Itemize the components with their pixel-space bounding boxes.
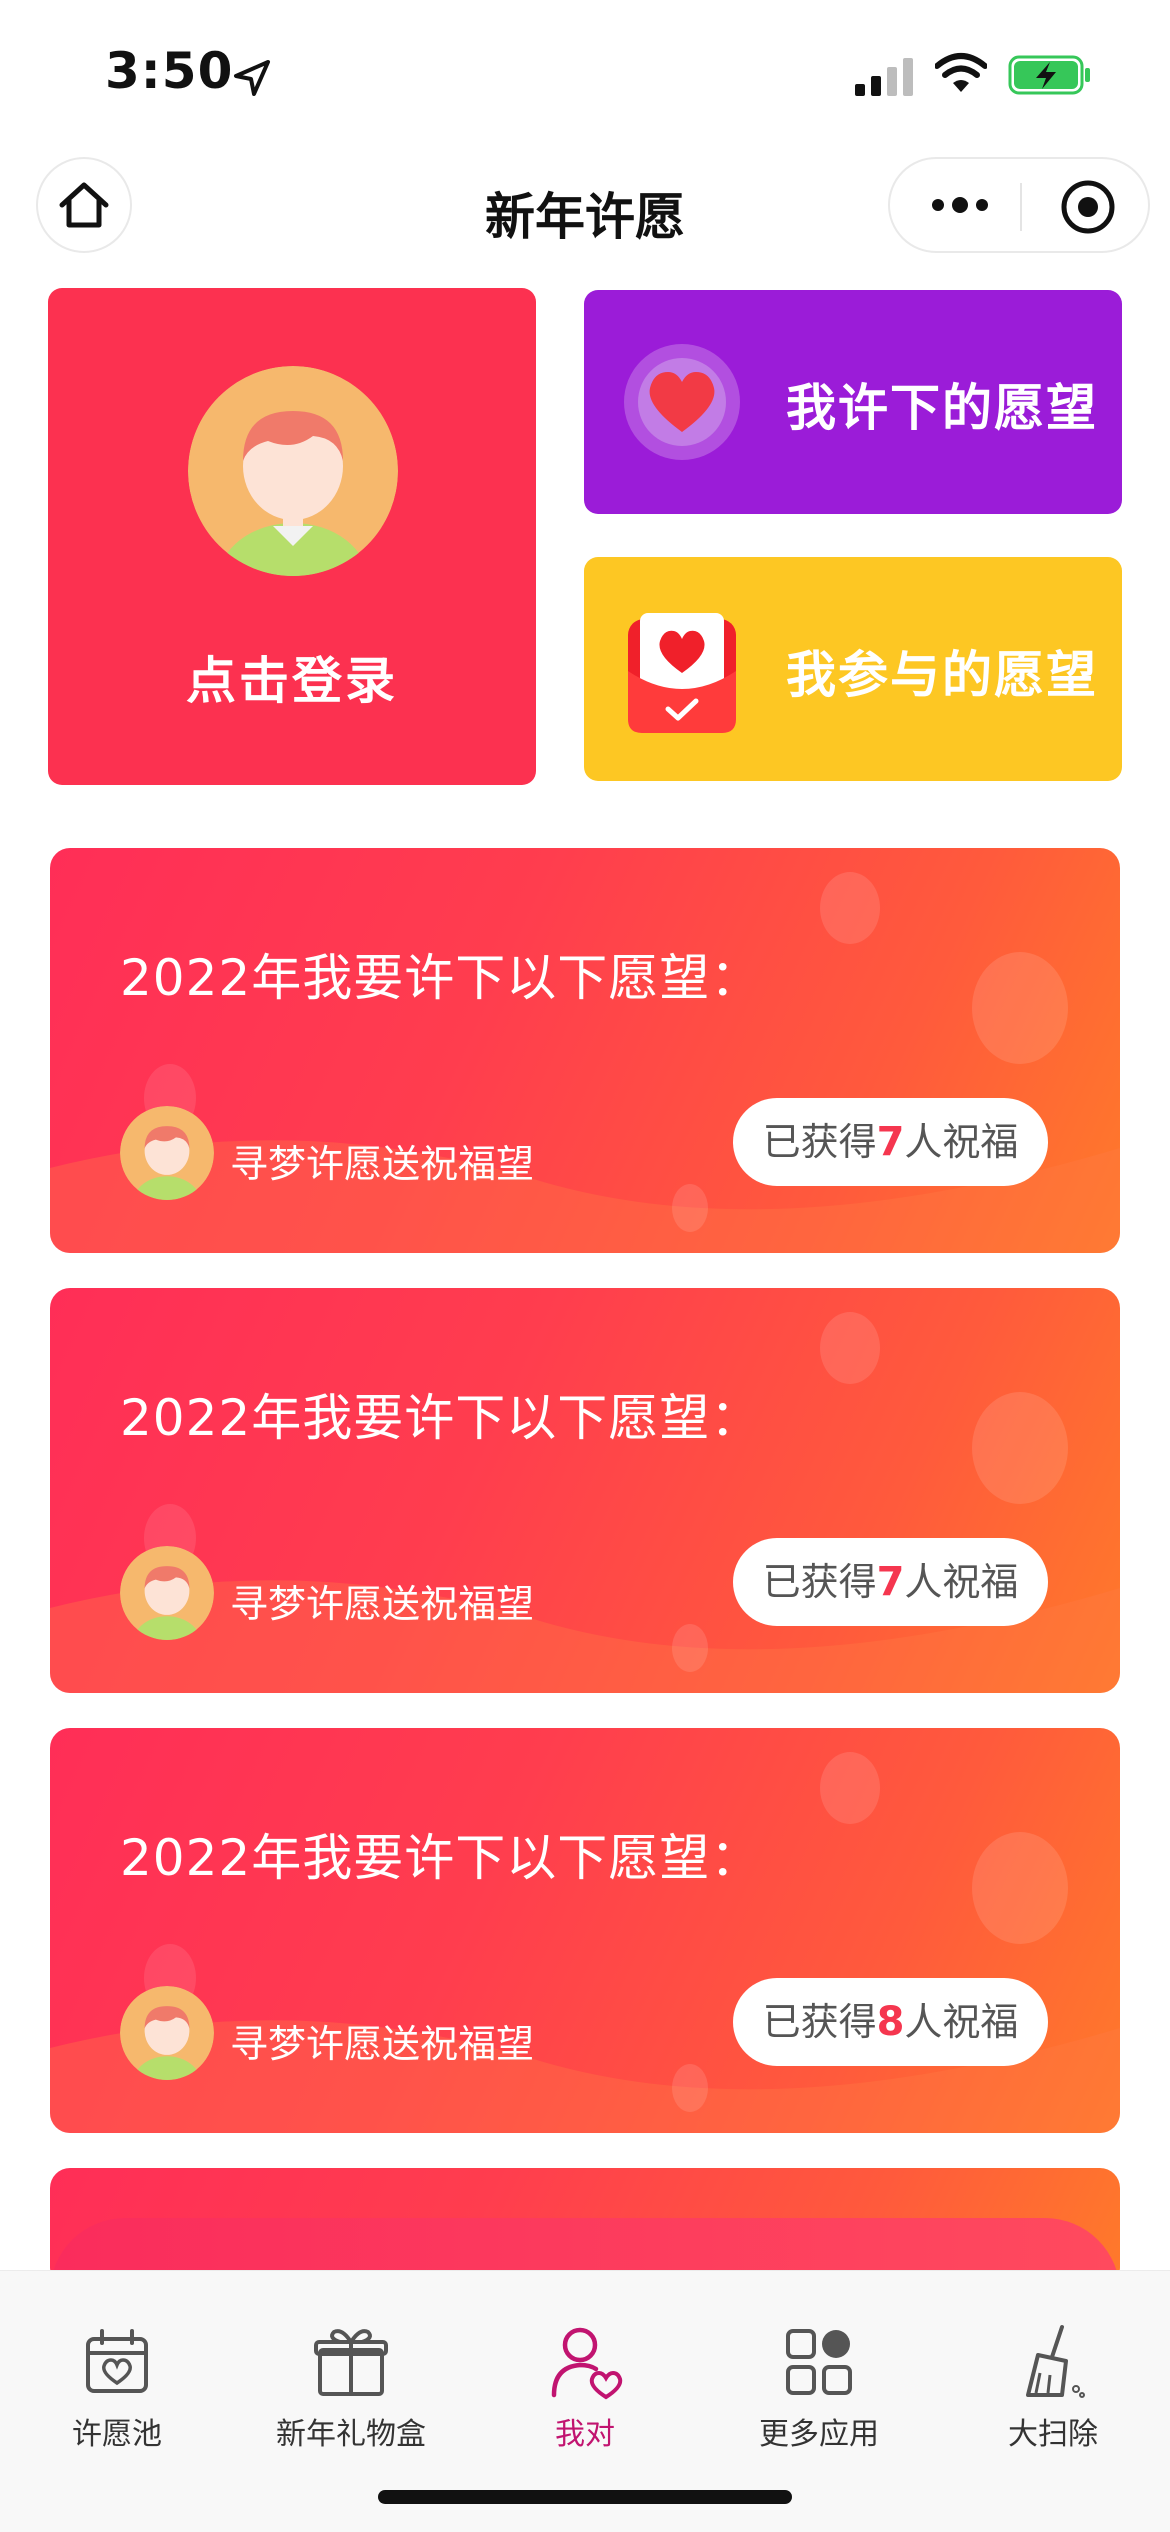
wish-card[interactable]: 2022年我要许下以下愿望： 寻梦许愿送祝福望 已获得7人祝福	[50, 1288, 1120, 1693]
cellular-signal-icon	[855, 58, 913, 96]
home-indicator	[378, 2490, 792, 2504]
wish-author: 寻梦许愿送祝福望	[230, 2022, 535, 2066]
joined-wishes-label: 我参与的愿望	[786, 646, 1098, 704]
blessing-count: 8	[876, 1999, 905, 2045]
nav-bar: 新年许愿	[0, 155, 1170, 260]
blessing-prefix: 已获得	[762, 1560, 877, 1604]
wish-title: 2022年我要许下以下愿望：	[120, 1389, 762, 1447]
tab-label: 大扫除	[1008, 2417, 1098, 2452]
wish-card[interactable]: 2022年我要许下以下愿望： 寻梦许愿送祝福望 已获得8人祝福	[50, 1728, 1120, 2133]
blessing-count: 7	[876, 1559, 905, 1605]
user-heart-icon	[551, 2327, 623, 2400]
more-dots-icon[interactable]	[930, 193, 990, 217]
location-arrow-icon	[234, 60, 270, 96]
blessing-prefix: 已获得	[762, 1120, 877, 1164]
tab-cleanup[interactable]: 大扫除	[936, 2323, 1170, 2453]
blessing-count-badge[interactable]: 已获得7人祝福	[733, 1098, 1048, 1186]
joined-wishes-card[interactable]: 我参与的愿望	[584, 557, 1122, 781]
capsule-divider	[1020, 183, 1022, 231]
my-wishes-card[interactable]: 我许下的愿望	[584, 290, 1122, 514]
tab-me[interactable]: 我对	[468, 2323, 702, 2453]
blessing-suffix: 人祝福	[904, 1120, 1019, 1164]
calendar-heart-icon	[86, 2329, 148, 2393]
blessing-suffix: 人祝福	[904, 2000, 1019, 2044]
wifi-icon	[935, 53, 987, 92]
avatar	[120, 1986, 214, 2080]
login-card[interactable]: 点击登录	[48, 288, 536, 785]
wish-title: 2022年我要许下以下愿望：	[120, 949, 762, 1007]
avatar	[120, 1546, 214, 1640]
status-time: 3:50	[105, 42, 234, 100]
blessing-count-badge[interactable]: 已获得7人祝福	[733, 1538, 1048, 1626]
battery-charging-icon	[1008, 55, 1090, 95]
wish-card[interactable]: 2022年我要许下以下愿望： 寻梦许愿送祝福望 已获得7人祝福	[50, 848, 1120, 1253]
wish-author: 寻梦许愿送祝福望	[230, 1582, 535, 1626]
wish-author: 寻梦许愿送祝福望	[230, 1142, 535, 1186]
gift-icon	[314, 2329, 388, 2396]
heart-envelope-icon	[628, 613, 736, 733]
avatar	[120, 1106, 214, 1200]
close-target-icon[interactable]	[1058, 177, 1118, 237]
blessing-count-badge[interactable]: 已获得8人祝福	[733, 1978, 1048, 2066]
status-bar: 3:50	[0, 0, 1170, 150]
broom-icon	[1026, 2325, 1085, 2398]
tab-label: 我对	[555, 2417, 615, 2452]
tab-more-apps[interactable]: 更多应用	[702, 2323, 936, 2453]
tab-label: 新年礼物盒	[276, 2417, 426, 2452]
avatar	[188, 366, 398, 576]
tab-wish-pool[interactable]: 许愿池	[0, 2323, 234, 2453]
apps-icon	[786, 2329, 852, 2395]
blessing-count: 7	[876, 1119, 905, 1165]
heart-icon	[624, 344, 740, 460]
tab-label: 更多应用	[759, 2417, 879, 2452]
mini-program-capsule	[888, 157, 1150, 253]
wish-title: 2022年我要许下以下愿望：	[120, 1829, 762, 1887]
tab-label: 许愿池	[72, 2417, 162, 2452]
blessing-prefix: 已获得	[762, 2000, 877, 2044]
login-label: 点击登录	[186, 652, 398, 710]
tab-new-year-gift-box[interactable]: 新年礼物盒	[234, 2323, 468, 2453]
blessing-suffix: 人祝福	[904, 1560, 1019, 1604]
my-wishes-label: 我许下的愿望	[786, 379, 1098, 437]
